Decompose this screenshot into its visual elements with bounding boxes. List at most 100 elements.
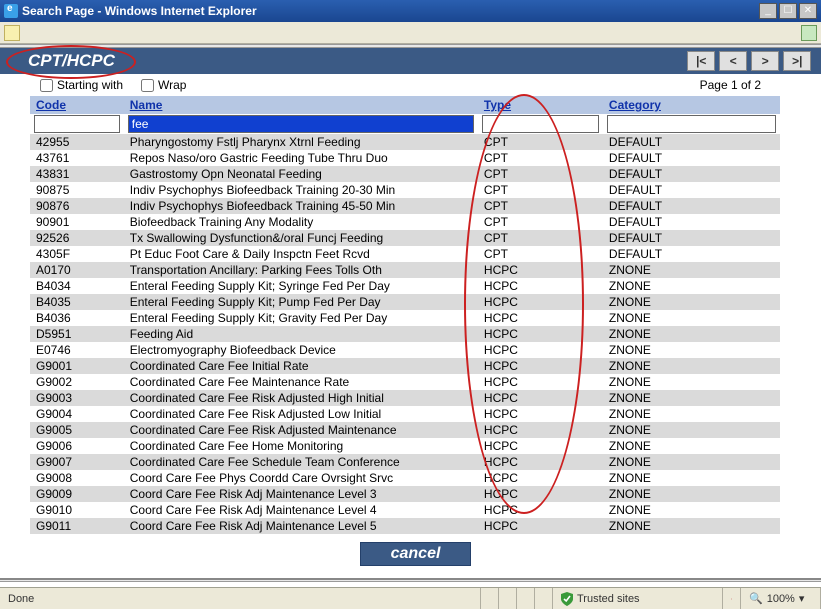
table-row[interactable]: G9011Coord Care Fee Risk Adj Maintenance… bbox=[30, 518, 780, 534]
status-zoom[interactable]: 🔍 100% ▾ bbox=[741, 588, 821, 609]
table-header-row: Code Name Type Category bbox=[30, 96, 780, 114]
nav-prev-button[interactable]: < bbox=[719, 51, 747, 71]
maximize-button[interactable]: ☐ bbox=[779, 3, 797, 19]
status-trusted-sites[interactable]: Trusted sites bbox=[553, 588, 723, 609]
cell-type: HCPC bbox=[478, 374, 603, 390]
cell-category: ZNONE bbox=[603, 262, 780, 278]
status-sep3 bbox=[517, 588, 535, 609]
cell-name: Coord Care Fee Phys Coordd Care Ovrsight… bbox=[124, 470, 478, 486]
wrap-label: Wrap bbox=[158, 78, 186, 92]
table-row[interactable]: D5951Feeding AidHCPCZNONE bbox=[30, 326, 780, 342]
favorites-icon[interactable] bbox=[4, 25, 20, 41]
cell-name: Indiv Psychophys Biofeedback Training 20… bbox=[124, 182, 478, 198]
home-icon[interactable] bbox=[801, 25, 817, 41]
cell-type: HCPC bbox=[478, 518, 603, 534]
cell-type: CPT bbox=[478, 150, 603, 166]
cell-name: Coord Care Fee Risk Adj Maintenance Leve… bbox=[124, 502, 478, 518]
nav-first-button[interactable]: |< bbox=[687, 51, 715, 71]
cell-category: ZNONE bbox=[603, 518, 780, 534]
table-row[interactable]: G9006Coordinated Care Fee Home Monitorin… bbox=[30, 438, 780, 454]
cell-category: DEFAULT bbox=[603, 182, 780, 198]
cell-category: ZNONE bbox=[603, 390, 780, 406]
cell-category: ZNONE bbox=[603, 342, 780, 358]
starting-with-checkbox[interactable]: Starting with bbox=[40, 78, 123, 92]
filter-category-input[interactable] bbox=[607, 115, 776, 133]
cell-name: Pharyngostomy Fstlj Pharynx Xtrnl Feedin… bbox=[124, 134, 478, 150]
table-row[interactable]: G9005Coordinated Care Fee Risk Adjusted … bbox=[30, 422, 780, 438]
cell-code: G9005 bbox=[30, 422, 124, 438]
nav-next-button[interactable]: > bbox=[751, 51, 779, 71]
close-button[interactable]: ✕ bbox=[799, 3, 817, 19]
table-row[interactable]: G9007Coordinated Care Fee Schedule Team … bbox=[30, 454, 780, 470]
table-row[interactable]: B4036Enteral Feeding Supply Kit; Gravity… bbox=[30, 310, 780, 326]
filter-name-input[interactable] bbox=[128, 115, 474, 133]
filter-type-input[interactable] bbox=[482, 115, 599, 133]
table-row[interactable]: 4305FPt Educ Foot Care & Daily Inspctn F… bbox=[30, 246, 780, 262]
cell-code: G9002 bbox=[30, 374, 124, 390]
cell-category: ZNONE bbox=[603, 326, 780, 342]
cell-category: ZNONE bbox=[603, 502, 780, 518]
table-row[interactable]: 90876Indiv Psychophys Biofeedback Traini… bbox=[30, 198, 780, 214]
minimize-button[interactable]: _ bbox=[759, 3, 777, 19]
cell-type: HCPC bbox=[478, 390, 603, 406]
cell-code: G9004 bbox=[30, 406, 124, 422]
table-row[interactable]: G9008Coord Care Fee Phys Coordd Care Ovr… bbox=[30, 470, 780, 486]
table-row[interactable]: 90901Biofeedback Training Any ModalityCP… bbox=[30, 214, 780, 230]
cell-type: HCPC bbox=[478, 358, 603, 374]
cell-name: Transportation Ancillary: Parking Fees T… bbox=[124, 262, 478, 278]
wrap-checkbox[interactable]: Wrap bbox=[141, 78, 186, 92]
table-row[interactable]: G9004Coordinated Care Fee Risk Adjusted … bbox=[30, 406, 780, 422]
table-row[interactable]: B4035Enteral Feeding Supply Kit; Pump Fe… bbox=[30, 294, 780, 310]
table-row[interactable]: G9010Coord Care Fee Risk Adj Maintenance… bbox=[30, 502, 780, 518]
table-row[interactable]: G9003Coordinated Care Fee Risk Adjusted … bbox=[30, 390, 780, 406]
table-row[interactable]: B4034Enteral Feeding Supply Kit; Syringe… bbox=[30, 278, 780, 294]
cell-type: CPT bbox=[478, 182, 603, 198]
starting-with-input[interactable] bbox=[40, 79, 53, 92]
cell-name: Enteral Feeding Supply Kit; Syringe Fed … bbox=[124, 278, 478, 294]
cell-category: ZNONE bbox=[603, 310, 780, 326]
cell-name: Feeding Aid bbox=[124, 326, 478, 342]
cell-category: DEFAULT bbox=[603, 214, 780, 230]
cell-category: ZNONE bbox=[603, 438, 780, 454]
table-row[interactable]: 43831Gastrostomy Opn Neonatal FeedingCPT… bbox=[30, 166, 780, 182]
cell-category: DEFAULT bbox=[603, 166, 780, 182]
cancel-button[interactable]: cancel bbox=[360, 542, 472, 566]
cell-code: 43831 bbox=[30, 166, 124, 182]
status-trusted-label: Trusted sites bbox=[577, 593, 640, 605]
ie-icon bbox=[4, 4, 18, 18]
cell-name: Coordinated Care Fee Risk Adjusted High … bbox=[124, 390, 478, 406]
status-protected-mode-icon[interactable] bbox=[723, 588, 741, 609]
table-row[interactable]: E0746Electromyography Biofeedback Device… bbox=[30, 342, 780, 358]
wrap-input[interactable] bbox=[141, 79, 154, 92]
table-row[interactable]: 42955Pharyngostomy Fstlj Pharynx Xtrnl F… bbox=[30, 134, 780, 150]
nav-last-button[interactable]: >| bbox=[783, 51, 811, 71]
col-header-category[interactable]: Category bbox=[603, 96, 780, 114]
cell-name: Tx Swallowing Dysfunction&/oral Funcj Fe… bbox=[124, 230, 478, 246]
cell-code: G9003 bbox=[30, 390, 124, 406]
status-sep2 bbox=[499, 588, 517, 609]
table-row[interactable]: G9002Coordinated Care Fee Maintenance Ra… bbox=[30, 374, 780, 390]
cell-category: DEFAULT bbox=[603, 150, 780, 166]
cell-type: HCPC bbox=[478, 294, 603, 310]
table-row[interactable]: G9001Coordinated Care Fee Initial RateHC… bbox=[30, 358, 780, 374]
table-row[interactable]: 92526Tx Swallowing Dysfunction&/oral Fun… bbox=[30, 230, 780, 246]
cell-name: Biofeedback Training Any Modality bbox=[124, 214, 478, 230]
cell-code: 90901 bbox=[30, 214, 124, 230]
cell-type: HCPC bbox=[478, 454, 603, 470]
cell-code: B4036 bbox=[30, 310, 124, 326]
cell-code: G9009 bbox=[30, 486, 124, 502]
table-row[interactable]: A0170Transportation Ancillary: Parking F… bbox=[30, 262, 780, 278]
table-row[interactable]: 90875Indiv Psychophys Biofeedback Traini… bbox=[30, 182, 780, 198]
status-text: Done bbox=[0, 588, 481, 609]
col-header-type[interactable]: Type bbox=[478, 96, 603, 114]
table-row[interactable]: 43761Repos Naso/oro Gastric Feeding Tube… bbox=[30, 150, 780, 166]
filter-code-input[interactable] bbox=[34, 115, 120, 133]
cell-code: B4035 bbox=[30, 294, 124, 310]
cell-name: Indiv Psychophys Biofeedback Training 45… bbox=[124, 198, 478, 214]
page-heading: CPT/HCPC bbox=[10, 51, 133, 71]
col-header-code[interactable]: Code bbox=[30, 96, 124, 114]
cell-code: 90876 bbox=[30, 198, 124, 214]
col-header-name[interactable]: Name bbox=[124, 96, 478, 114]
cell-category: ZNONE bbox=[603, 454, 780, 470]
table-row[interactable]: G9009Coord Care Fee Risk Adj Maintenance… bbox=[30, 486, 780, 502]
